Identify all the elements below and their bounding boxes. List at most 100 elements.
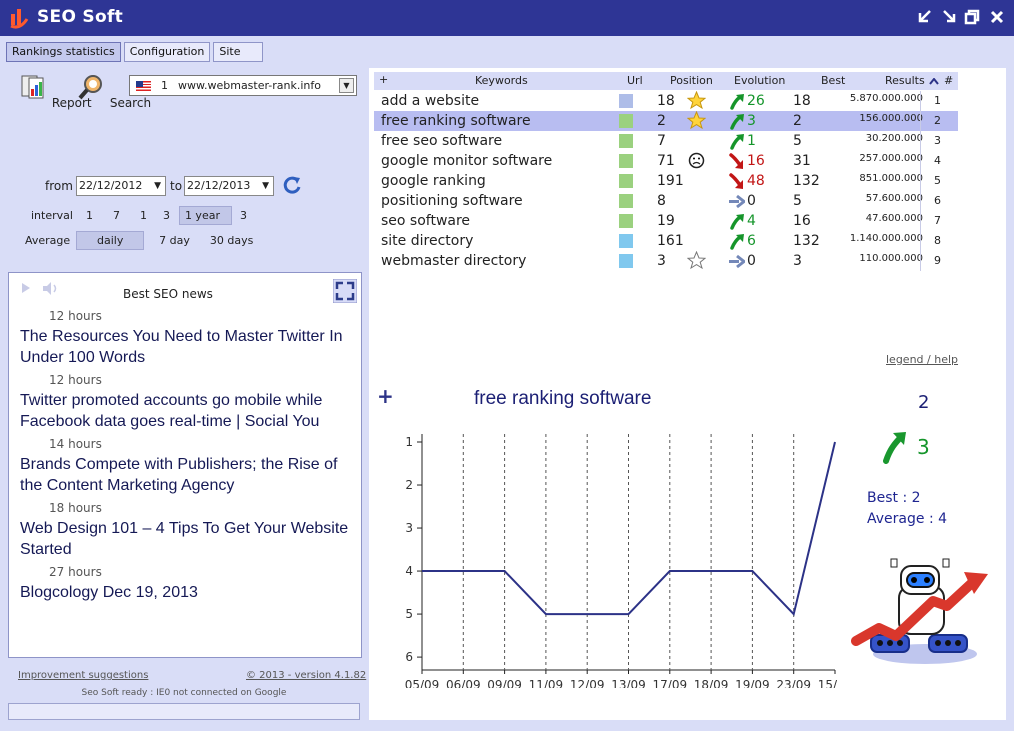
to-date-picker[interactable]: 22/12/2013 ▼ xyxy=(184,176,274,196)
keyword-name[interactable]: positioning software xyxy=(381,193,523,209)
news-headline-link[interactable]: Web Design 101 – 4 Tips To Get Your Webs… xyxy=(20,518,354,560)
y-tick-label: 5 xyxy=(405,607,413,621)
evolution-value: 16 xyxy=(747,153,765,169)
tab-site[interactable]: Site xyxy=(213,42,264,62)
version-link[interactable]: © 2013 - version 4.1.82 xyxy=(246,670,366,681)
y-tick-label: 1 xyxy=(405,435,413,449)
interval-option-1-year[interactable]: 1 year xyxy=(178,206,232,225)
keyword-row[interactable]: positioning software 8 0 5 57.600.000 6 xyxy=(374,191,958,211)
app-title: SEO Soft xyxy=(37,7,124,27)
best-value: 3 xyxy=(793,253,802,269)
evolution-column-header[interactable]: Evolution xyxy=(734,74,785,87)
sort-up-icon[interactable] xyxy=(929,78,939,85)
news-title: Best SEO news xyxy=(123,287,213,301)
keyword-row[interactable]: free ranking software 2 3 2 156.000.000 2 xyxy=(374,110,958,131)
news-time: 14 hours xyxy=(49,437,102,451)
keyword-name[interactable]: free ranking software xyxy=(381,113,531,129)
right-arrow-icon xyxy=(728,193,747,210)
x-tick-label: 17/09 xyxy=(653,678,688,688)
average-row: Average daily 7 day 30 days xyxy=(25,231,258,250)
keyword-name[interactable]: add a website xyxy=(381,93,479,109)
average-daily[interactable]: daily xyxy=(76,231,145,250)
row-number: 3 xyxy=(934,134,941,147)
y-tick-label: 6 xyxy=(405,650,413,664)
news-headline-link[interactable]: Twitter promoted accounts go mobile whil… xyxy=(20,390,354,432)
column-divider xyxy=(920,111,921,131)
keyword-name[interactable]: google ranking xyxy=(381,173,486,189)
keyword-row[interactable]: google ranking 191 48 132 851.000.000 5 xyxy=(374,171,958,191)
restore-arrow-icon[interactable] xyxy=(940,8,958,26)
number-column-header[interactable]: # xyxy=(944,74,953,87)
chevron-down-icon[interactable]: ▼ xyxy=(154,177,161,195)
url-column-header[interactable]: Url xyxy=(627,74,643,87)
keyword-name[interactable]: webmaster directory xyxy=(381,253,526,269)
refresh-icon[interactable] xyxy=(282,175,302,195)
speaker-icon[interactable] xyxy=(42,281,59,296)
up-arrow-icon xyxy=(728,113,745,130)
maximize-icon[interactable] xyxy=(964,8,982,26)
news-time: 27 hours xyxy=(49,565,102,579)
up-arrow-icon xyxy=(728,233,745,250)
interval-option-7[interactable]: 7 xyxy=(108,207,125,224)
results-value: 156.000.000 xyxy=(859,113,923,124)
improvement-suggestions-link[interactable]: Improvement suggestions xyxy=(18,670,148,681)
best-column-header[interactable]: Best xyxy=(821,74,845,87)
x-tick-label: 12/09 xyxy=(570,678,605,688)
keyword-row[interactable]: seo software 19 4 16 47.600.000 7 xyxy=(374,211,958,231)
position-value: 191 xyxy=(657,173,684,189)
add-chart-button[interactable]: + xyxy=(377,384,394,408)
news-headline-link[interactable]: The Resources You Need to Master Twitter… xyxy=(20,326,354,368)
fullscreen-icon[interactable] xyxy=(333,279,357,303)
news-headline-link[interactable]: Blogcology Dec 19, 2013 xyxy=(20,582,354,603)
chevron-down-icon[interactable]: ▼ xyxy=(262,177,269,195)
add-keyword-button[interactable]: + xyxy=(379,73,388,86)
url-selector[interactable]: 1 www.webmaster-rank.info ▼ xyxy=(129,75,357,96)
results-column-header[interactable]: Results xyxy=(885,74,925,87)
keyword-row[interactable]: webmaster directory 3 0 3 110.000.000 9 xyxy=(374,250,958,271)
average-30-days[interactable]: 30 days xyxy=(205,232,258,249)
ranking-chart: 1 2 3 4 5 6 05/09 06/09 09/09 11/09 12/09 13/09 17/0… xyxy=(405,434,837,688)
column-divider xyxy=(920,251,921,271)
url-color-swatch xyxy=(619,114,633,128)
from-date-picker[interactable]: 22/12/2012 ▼ xyxy=(76,176,166,196)
news-panel: Best SEO news 12 hours The Resources You … xyxy=(8,272,362,658)
close-icon[interactable] xyxy=(988,8,1006,26)
keyword-name[interactable]: seo software xyxy=(381,213,470,229)
x-tick-label: 13/09 xyxy=(611,678,646,688)
position-column-header[interactable]: Position xyxy=(670,74,713,87)
app-logo-icon xyxy=(10,9,29,29)
play-icon[interactable] xyxy=(21,282,31,294)
chevron-down-icon[interactable]: ▼ xyxy=(339,78,354,93)
keyword-name[interactable]: site directory xyxy=(381,233,473,249)
keyword-row[interactable]: add a website 18 26 18 5.870.000.000 1 xyxy=(374,90,958,111)
average-7-day[interactable]: 7 day xyxy=(154,232,195,249)
minimize-icon[interactable] xyxy=(916,8,934,26)
keyword-name[interactable]: free seo software xyxy=(381,133,502,149)
from-date-value: 22/12/2012 xyxy=(79,179,143,192)
keywords-column-header[interactable]: Keywords xyxy=(475,74,528,87)
results-value: 30.200.000 xyxy=(865,133,923,144)
search-label: Search xyxy=(109,96,152,110)
news-headline-link[interactable]: Brands Compete with Publishers; the Rise… xyxy=(20,454,354,496)
status-text: Seo Soft ready : IE0 not connected on Go… xyxy=(81,688,287,698)
news-item: 18 hours Web Design 101 – 4 Tips To Get Y… xyxy=(9,501,361,560)
down-arrow-icon xyxy=(728,173,745,190)
interval-option-1[interactable]: 1 xyxy=(81,207,98,224)
keyword-row[interactable]: google monitor software 71 16 31 257.000.000… xyxy=(374,151,958,171)
interval-option-1b[interactable]: 1 xyxy=(135,207,152,224)
tab-rankings-statistics[interactable]: Rankings statistics xyxy=(6,42,121,62)
news-time: 12 hours xyxy=(49,373,102,387)
keyword-row[interactable]: site directory 161 6 132 1.140.000.000 8 xyxy=(374,231,958,251)
keyword-name[interactable]: google monitor software xyxy=(381,153,552,169)
interval-option-3b[interactable]: 3 xyxy=(235,207,252,224)
interval-option-3[interactable]: 3 xyxy=(158,207,175,224)
tab-configuration[interactable]: Configuration xyxy=(123,42,211,62)
interval-label: interval xyxy=(31,209,73,222)
news-time: 18 hours xyxy=(49,501,102,515)
evolution-value: 0 xyxy=(747,253,756,269)
legend-help-link[interactable]: legend / help xyxy=(886,353,958,366)
keyword-row[interactable]: free seo software 7 1 5 30.200.000 3 xyxy=(374,131,958,151)
tab-strip: Rankings statistics Configuration Site xyxy=(6,42,264,62)
best-value: 5 xyxy=(793,133,802,149)
average-stat: Average : 4 xyxy=(867,511,948,527)
